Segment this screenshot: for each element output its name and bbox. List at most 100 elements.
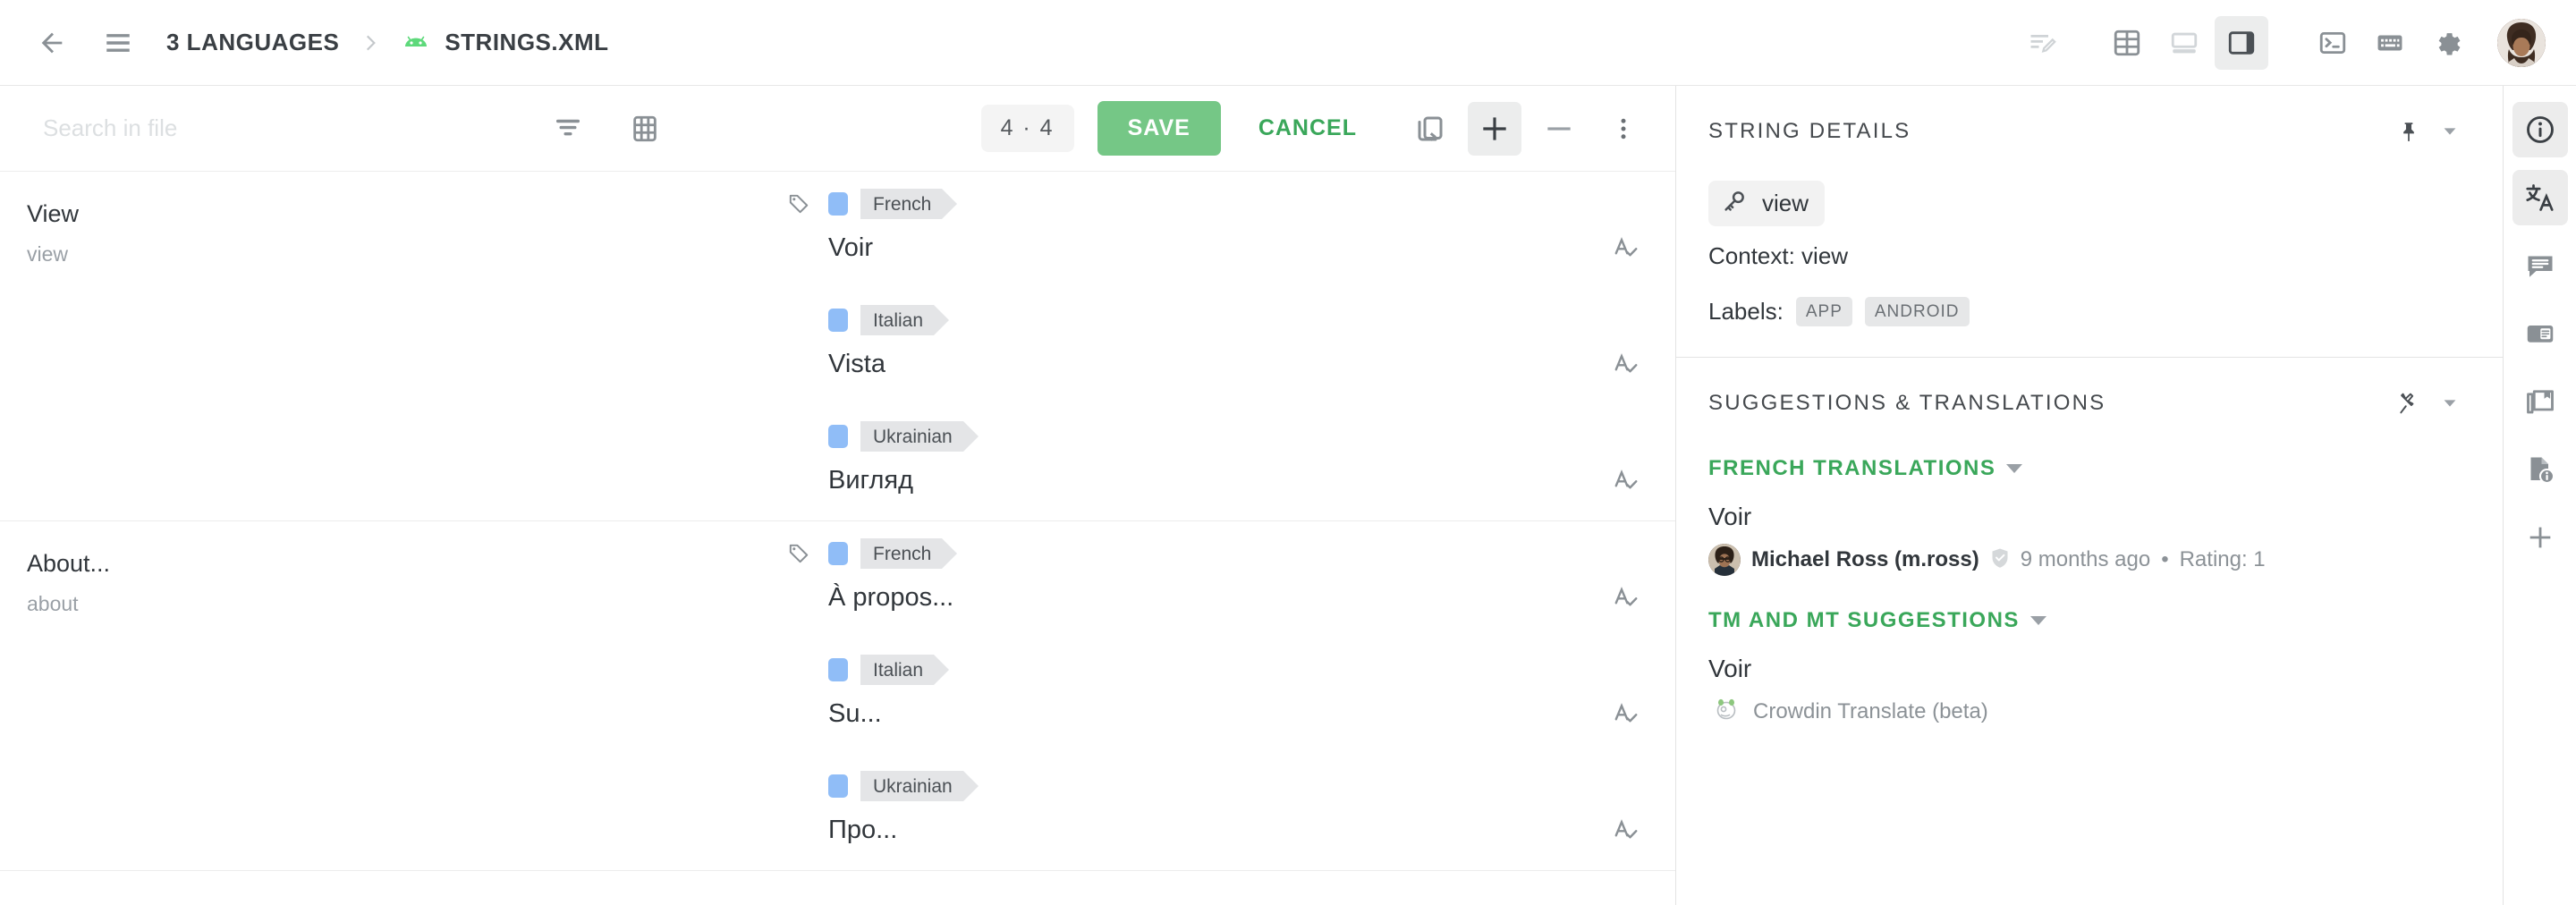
translation-text[interactable]: Vista [787, 350, 1577, 379]
suggestion-rating: Rating: 1 [2179, 547, 2266, 571]
spellcheck-icon[interactable] [1577, 351, 1675, 377]
translation-row[interactable]: Ukrainian Про... [787, 754, 1675, 870]
edit-lines-icon[interactable] [2016, 16, 2070, 70]
keyboard-shortcuts-icon[interactable] [2363, 16, 2417, 70]
glossary-card-icon[interactable] [2512, 306, 2568, 361]
details-sidebar: STRING DETAILS view Context: view Labels… [1675, 86, 2503, 905]
comments-icon[interactable] [2512, 238, 2568, 293]
translation-row[interactable]: Ukrainian Вигляд [787, 404, 1675, 520]
chevron-down-icon [2006, 464, 2023, 473]
breadcrumb-file[interactable]: STRINGS.XML [402, 29, 608, 56]
tm-library-icon[interactable] [2512, 374, 2568, 429]
translations-column: French À propos... Italian Su... Ukraini… [787, 521, 1675, 870]
user-avatar[interactable] [2497, 18, 2546, 67]
source-column: About... about [0, 521, 787, 870]
label-chip[interactable]: APP [1795, 297, 1852, 326]
mt-engine-name: Crowdin Translate (beta) [1753, 698, 1988, 723]
minus-icon[interactable] [1532, 102, 1586, 156]
android-icon [402, 32, 430, 54]
tag-icon[interactable] [787, 542, 828, 565]
section-heading: TM AND MT SUGGESTIONS [1708, 608, 2020, 632]
file-info-icon[interactable] [2512, 442, 2568, 497]
back-button[interactable] [27, 18, 77, 68]
editor-pane: 4 · 4 SAVE CANCEL [0, 86, 1675, 905]
string-labels: Labels: APP ANDROID [1708, 297, 2470, 326]
language-chip[interactable]: Ukrainian [860, 421, 979, 452]
suggestions-panel: SUGGESTIONS & TRANSLATIONS FRENCH TRANSL… [1676, 358, 2503, 905]
translate-icon[interactable] [2512, 170, 2568, 225]
section-tm-mt-suggestions[interactable]: TM AND MT SUGGESTIONS [1708, 608, 2470, 633]
cancel-button[interactable]: CANCEL [1233, 101, 1382, 156]
editor-toolbar: 4 · 4 SAVE CANCEL [0, 86, 1675, 172]
breadcrumb: 3 LANGUAGES STRINGS.XML [166, 29, 608, 56]
pin-icon[interactable] [2388, 111, 2429, 152]
grid-view-icon[interactable] [621, 105, 669, 153]
language-status-dot [828, 774, 848, 798]
suggestion-text[interactable]: Voir [1708, 655, 2470, 683]
section-french-translations[interactable]: FRENCH TRANSLATIONS [1708, 456, 2470, 481]
breadcrumb-project[interactable]: 3 LANGUAGES [166, 29, 339, 56]
progress-counter: 4 · 4 [980, 105, 1074, 152]
language-chip[interactable]: French [860, 189, 958, 219]
translation-row[interactable]: Italian Vista [787, 288, 1675, 404]
settings-gear-icon[interactable] [2420, 16, 2474, 70]
translation-text[interactable]: Про... [787, 816, 1577, 845]
avatar[interactable] [1708, 544, 1741, 576]
spellcheck-icon[interactable] [1577, 467, 1675, 494]
tag-icon[interactable] [787, 192, 828, 216]
chevron-down-icon[interactable] [2429, 383, 2470, 424]
add-plugin-icon[interactable] [2512, 510, 2568, 565]
plus-icon[interactable] [1468, 101, 1521, 156]
suggestion-text[interactable]: Voir [1708, 503, 2470, 531]
breadcrumb-separator-icon [359, 31, 382, 55]
side-panel-layout-icon[interactable] [2215, 15, 2268, 70]
translation-row[interactable]: French À propos... [787, 521, 1675, 638]
suggestion-meta: Michael Ross (m.ross) 9 months ago • Rat… [1708, 544, 2470, 576]
meta-separator: • [2161, 547, 2169, 571]
string-key-pill[interactable]: view [1708, 181, 1826, 226]
translation-text[interactable]: Su... [787, 699, 1577, 729]
language-status-dot [828, 542, 848, 565]
search-input[interactable] [43, 110, 544, 147]
top-bar: 3 LANGUAGES STRINGS.XML [0, 0, 2576, 86]
translation-text[interactable]: Вигляд [787, 466, 1577, 495]
main-menu-button[interactable] [93, 18, 143, 68]
spellcheck-icon[interactable] [1577, 700, 1675, 727]
mt-engine-meta: Crowdin Translate (beta) [1708, 698, 2470, 725]
table-view-icon[interactable] [2100, 16, 2154, 70]
filter-icon[interactable] [544, 105, 592, 153]
translations-column: French Voir Italian Vista Ukrainian Вигл… [787, 172, 1675, 520]
spellcheck-icon[interactable] [1577, 816, 1675, 843]
chevron-down-icon[interactable] [2429, 111, 2470, 152]
string-group[interactable]: View view French Voir Italian Vista Ukra… [0, 172, 1675, 521]
translation-editor-app: 3 LANGUAGES STRINGS.XML Search in file 4… [0, 0, 2576, 905]
language-chip[interactable]: Ukrainian [860, 771, 979, 801]
string-details-panel: STRING DETAILS view Context: view Labels… [1676, 86, 2503, 358]
translation-row[interactable]: French Voir [787, 172, 1675, 288]
labels-label: Labels: [1708, 298, 1784, 325]
terminal-icon[interactable] [2306, 16, 2360, 70]
string-group[interactable]: About... about French À propos... Italia… [0, 521, 1675, 871]
info-icon[interactable] [2512, 102, 2568, 157]
save-button[interactable]: SAVE [1097, 101, 1221, 156]
source-key: view [27, 242, 69, 266]
spellcheck-icon[interactable] [1577, 584, 1675, 611]
source-key: about [27, 592, 79, 616]
suggestion-author: Michael Ross (m.ross) [1751, 547, 1979, 571]
language-chip[interactable]: French [860, 538, 958, 569]
language-chip[interactable]: Italian [860, 305, 950, 335]
more-vertical-icon[interactable] [1597, 102, 1650, 156]
string-details-title: STRING DETAILS [1708, 119, 1911, 143]
label-chip[interactable]: ANDROID [1864, 297, 1970, 326]
copy-source-icon[interactable] [1403, 102, 1457, 156]
string-context: Context: view [1708, 242, 1849, 269]
spellcheck-icon[interactable] [1577, 234, 1675, 261]
translation-text[interactable]: À propos... [787, 583, 1577, 613]
section-heading: FRENCH TRANSLATIONS [1708, 456, 1996, 480]
translation-text[interactable]: Voir [787, 233, 1577, 263]
string-key-value: view [1762, 190, 1809, 216]
bottom-panel-layout-icon[interactable] [2157, 16, 2211, 70]
pin-outline-icon[interactable] [2388, 383, 2429, 424]
translation-row[interactable]: Italian Su... [787, 638, 1675, 754]
language-chip[interactable]: Italian [860, 655, 950, 685]
